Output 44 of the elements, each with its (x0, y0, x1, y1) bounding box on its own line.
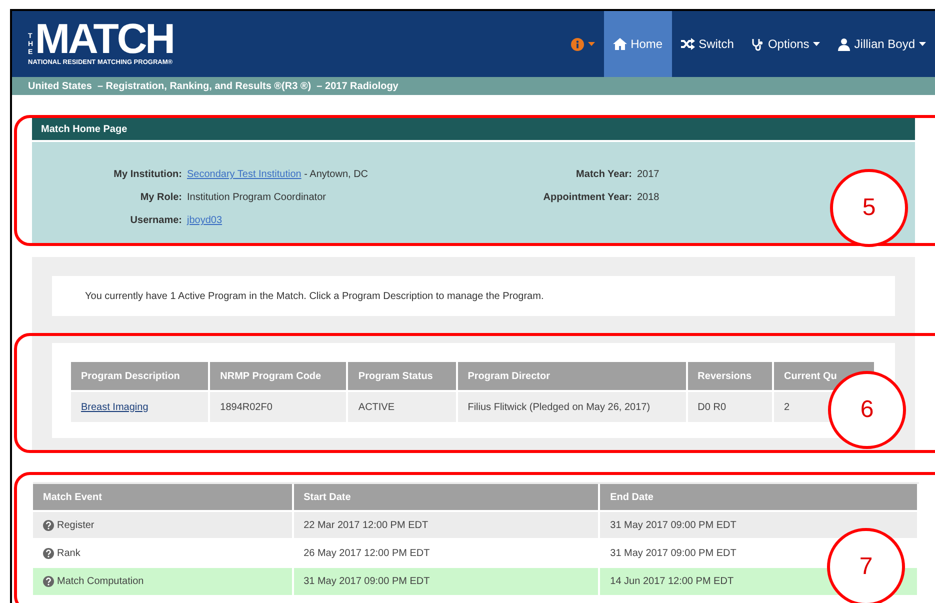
field-label: Appointment Year: (542, 191, 632, 205)
column-header: End Date (599, 484, 918, 511)
column-header: Start Date (292, 484, 600, 511)
panel-title: Match Home Page (32, 118, 915, 142)
help-icon[interactable] (43, 576, 54, 587)
field-label: Username: (129, 214, 182, 228)
user-icon (838, 38, 850, 50)
field-label: My Institution: (112, 168, 182, 182)
column-header: Program Status (347, 362, 457, 391)
caret-icon (813, 42, 820, 46)
column-header: Program Director (456, 362, 687, 391)
table-cell-text: Match Computation (57, 575, 144, 589)
field-label: My Role: (139, 191, 182, 205)
field-label: Match Year: (575, 168, 632, 182)
column-header: Reversions (686, 362, 774, 391)
table-cell-text: Rank (57, 546, 80, 560)
help-icon[interactable] (43, 548, 54, 558)
table-cell: 1894R02F0 (209, 391, 348, 422)
caret-icon (919, 42, 926, 46)
field-value: 2018 (637, 192, 660, 203)
help-icon[interactable] (43, 520, 54, 530)
field-value: - Anytown, DC (303, 169, 368, 180)
info-icon (570, 38, 584, 50)
table-cell: 31 May 2017 09:00 PM EDT (292, 567, 600, 595)
table-cell: ACTIVE (347, 391, 457, 422)
table-cell: Filius Flitwick (Pledged on May 26, 2017) (456, 391, 687, 422)
nav-home-link[interactable]: Home (604, 11, 672, 77)
column-header: Match Event (33, 484, 293, 511)
field-value: Institution Program Coordinator (187, 192, 326, 203)
table-cell: D0 R0 (686, 391, 774, 422)
field-value: 2017 (637, 169, 660, 180)
stethoscope-icon (752, 38, 764, 50)
nav-user-link[interactable]: Jillian Boyd (829, 11, 935, 77)
program-link[interactable]: Breast Imaging (81, 402, 148, 412)
nav-options-link[interactable]: Options (742, 11, 830, 77)
caret-icon (588, 42, 595, 46)
info-message: You currently have 1 Active Program in the Match. Click a Program Description to manage the Program. (85, 290, 544, 304)
home-icon (612, 38, 627, 50)
shuffle-icon (680, 38, 695, 50)
column-header: NRMP Program Code (209, 362, 348, 391)
table-cell-text: Register (57, 518, 94, 532)
nav-switch-link[interactable]: Switch (672, 11, 743, 77)
breadcrumb: United States – Registration, Ranking, and Results ®(R3 ®) – 2017 Radiology (12, 77, 935, 95)
column-header: Program Description (71, 362, 210, 391)
